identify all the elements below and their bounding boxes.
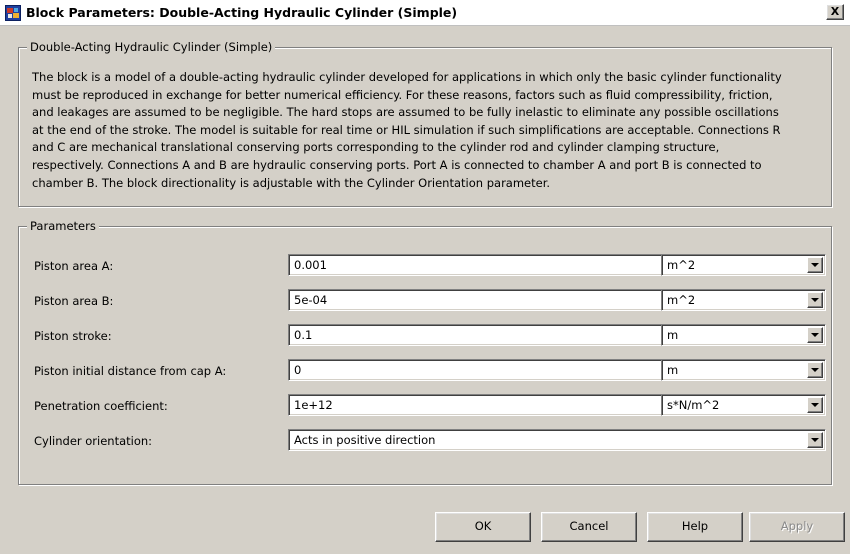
dropdown-button[interactable] xyxy=(807,292,823,308)
piston-area-b-unit-select[interactable]: m^2 xyxy=(661,289,826,311)
description-line: and C are mechanical translational conse… xyxy=(32,140,720,155)
description-line: chamber B. The block directionality is a… xyxy=(32,175,551,190)
piston-initial-distance-input[interactable]: 0 xyxy=(288,359,670,381)
unit-value: m^2 xyxy=(667,293,696,307)
title-bar[interactable]: Block Parameters: Double-Acting Hydrauli… xyxy=(0,0,850,26)
unit-value: m xyxy=(667,328,679,342)
piston-stroke-unit-select[interactable]: m xyxy=(661,324,826,346)
cylinder-orientation-label: Cylinder orientation: xyxy=(34,434,153,448)
description-line: respectively. Connections A and B are hy… xyxy=(32,157,762,172)
cylinder-orientation-select[interactable]: Acts in positive direction xyxy=(288,429,826,451)
chevron-down-icon xyxy=(811,368,819,372)
description-line: must be reproduced in exchange for bette… xyxy=(32,87,773,102)
piston-area-b-label: Piston area B: xyxy=(34,294,114,308)
dropdown-button[interactable] xyxy=(807,432,823,448)
chevron-down-icon xyxy=(811,333,819,337)
description-group: Double-Acting Hydraulic Cylinder (Simple… xyxy=(18,40,832,207)
apply-button[interactable]: Apply xyxy=(749,512,845,542)
cancel-button[interactable]: Cancel xyxy=(541,512,637,542)
description-group-title: Double-Acting Hydraulic Cylinder (Simple… xyxy=(27,40,276,54)
dropdown-button[interactable] xyxy=(807,397,823,413)
penetration-coefficient-unit-select[interactable]: s*N/m^2 xyxy=(661,394,826,416)
close-button[interactable]: X xyxy=(826,4,844,20)
simulink-block-icon xyxy=(5,5,21,21)
window-title: Block Parameters: Double-Acting Hydrauli… xyxy=(26,5,458,20)
description-line: and leakages are assumed to be negligibl… xyxy=(32,105,779,120)
chevron-down-icon xyxy=(811,263,819,267)
dropdown-button[interactable] xyxy=(807,257,823,273)
piston-stroke-label: Piston stroke: xyxy=(34,329,112,343)
piston-stroke-input[interactable]: 0.1 xyxy=(288,324,670,346)
unit-value: s*N/m^2 xyxy=(667,398,720,412)
piston-area-a-unit-select[interactable]: m^2 xyxy=(661,254,826,276)
help-button[interactable]: Help xyxy=(647,512,743,542)
piston-area-b-input[interactable]: 5e-04 xyxy=(288,289,670,311)
parameters-group-title: Parameters xyxy=(27,219,99,233)
piston-area-a-input[interactable]: 0.001 xyxy=(288,254,670,276)
parameters-group: Parameters Piston area A: 0.001 m^2 Pist… xyxy=(18,219,832,485)
unit-value: m xyxy=(667,363,679,377)
penetration-coefficient-label: Penetration coefficient: xyxy=(34,399,168,413)
orientation-value: Acts in positive direction xyxy=(294,433,436,447)
ok-button[interactable]: OK xyxy=(435,512,531,542)
dropdown-button[interactable] xyxy=(807,327,823,343)
description-line: at the end of the stroke. The model is s… xyxy=(32,122,781,137)
penetration-coefficient-input[interactable]: 1e+12 xyxy=(288,394,670,416)
close-icon: X xyxy=(830,5,840,18)
dropdown-button[interactable] xyxy=(807,362,823,378)
chevron-down-icon xyxy=(811,298,819,302)
unit-value: m^2 xyxy=(667,258,696,272)
piston-area-a-label: Piston area A: xyxy=(34,259,114,273)
piston-initial-distance-label: Piston initial distance from cap A: xyxy=(34,364,227,378)
piston-initial-distance-unit-select[interactable]: m xyxy=(661,359,826,381)
block-description: The block is a model of a double-acting … xyxy=(32,69,827,192)
chevron-down-icon xyxy=(811,403,819,407)
chevron-down-icon xyxy=(811,438,819,442)
description-line: The block is a model of a double-acting … xyxy=(32,70,782,84)
